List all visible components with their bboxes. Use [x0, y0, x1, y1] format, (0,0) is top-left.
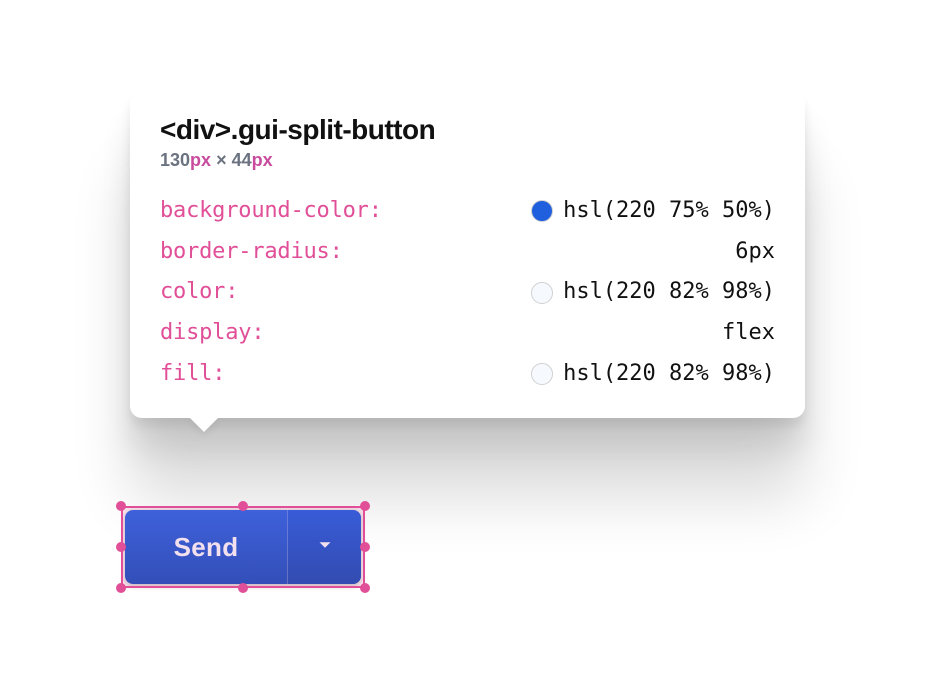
- selection-handle: [360, 542, 370, 552]
- css-property-value: hsl(220 82% 98%): [563, 354, 775, 395]
- selection-handle: [360, 501, 370, 511]
- css-property-value: hsl(220 82% 98%): [563, 272, 775, 313]
- css-property-row: color hsl(220 82% 98%): [160, 272, 775, 313]
- element-inspector-tooltip: <div>.gui-split-button 130px × 44px back…: [130, 92, 805, 418]
- css-property-row: display flex: [160, 313, 775, 354]
- dim-sep: ×: [211, 150, 232, 170]
- inspected-element-highlight: Send: [121, 506, 365, 588]
- css-property-value: hsl(220 75% 50%): [563, 191, 775, 232]
- css-property-name: fill: [160, 354, 225, 395]
- css-property-name: display: [160, 313, 264, 354]
- chevron-down-icon: [314, 534, 336, 561]
- dim-width-unit: px: [190, 150, 211, 170]
- selection-handle: [238, 583, 248, 593]
- element-dimensions: 130px × 44px: [160, 150, 775, 171]
- selection-handle: [360, 583, 370, 593]
- gui-split-button[interactable]: Send: [125, 510, 361, 584]
- send-button[interactable]: Send: [125, 510, 287, 584]
- color-swatch-icon: [531, 200, 553, 222]
- css-property-name: border-radius: [160, 232, 343, 273]
- selection-handle: [116, 501, 126, 511]
- selector-class: .gui-split-button: [231, 114, 436, 145]
- css-property-name: background-color: [160, 191, 382, 232]
- split-button-dropdown[interactable]: [287, 510, 361, 584]
- tooltip-header: <div>.gui-split-button 130px × 44px: [160, 114, 775, 171]
- element-selector: <div>.gui-split-button: [160, 114, 775, 146]
- css-property-row: fill hsl(220 82% 98%): [160, 354, 775, 395]
- send-button-label: Send: [174, 532, 239, 563]
- css-property-row: background-color hsl(220 75% 50%): [160, 191, 775, 232]
- selection-handle: [116, 583, 126, 593]
- css-property-name: color: [160, 272, 238, 313]
- css-property-value: flex: [722, 313, 775, 354]
- dim-width-num: 130: [160, 150, 190, 170]
- dim-height-unit: px: [252, 150, 273, 170]
- css-property-row: border-radius 6px: [160, 232, 775, 273]
- css-properties-list: background-colorhsl(220 75% 50%)border-r…: [160, 191, 775, 394]
- dim-height-num: 44: [232, 150, 252, 170]
- color-swatch-icon: [531, 363, 553, 385]
- color-swatch-icon: [531, 282, 553, 304]
- css-property-value: 6px: [735, 232, 775, 273]
- selector-tag: <div>: [160, 114, 231, 145]
